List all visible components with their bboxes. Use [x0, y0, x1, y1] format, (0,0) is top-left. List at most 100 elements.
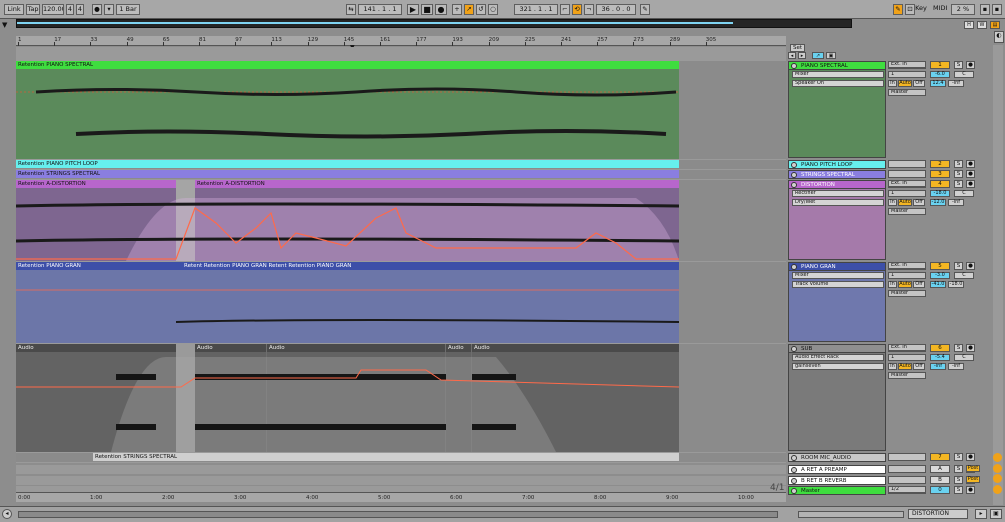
device-chooser[interactable]: Mixer	[792, 71, 884, 78]
metronome-icon[interactable]: ●	[92, 4, 102, 15]
post-button[interactable]: Post	[966, 476, 980, 483]
empty-lane-area[interactable]	[679, 61, 786, 159]
solo-button[interactable]: S	[954, 61, 963, 69]
track-activator-icon[interactable]	[791, 162, 797, 168]
io-io2[interactable]: 1	[888, 71, 926, 78]
solo-button[interactable]: S	[954, 476, 963, 484]
solo-button[interactable]: S	[954, 170, 963, 178]
detail-view-icon[interactable]: ▣	[990, 509, 1002, 519]
track-header-piano-pitch-loop[interactable]: PIANO PITCH LOOP	[788, 160, 886, 169]
track-lane-return-b[interactable]	[16, 476, 786, 485]
monitor-off-button[interactable]: Off	[913, 199, 925, 206]
overview-collapse-icon[interactable]: ▼	[2, 21, 12, 29]
track-header-piano-gran[interactable]: PIANO GRAN	[788, 262, 886, 271]
set-button[interactable]: Set	[790, 44, 806, 52]
device-chooser[interactable]: Rectifier	[792, 190, 884, 197]
arm-icon[interactable]: ●	[966, 180, 975, 188]
track-header-room-mic-audio[interactable]: ROOM MIC_AUDIO	[788, 453, 886, 462]
track-lane-return-a[interactable]	[16, 465, 786, 474]
parameter-chooser[interactable]: Speaker On	[792, 80, 884, 87]
arrangement-position[interactable]: 141 . 1 . 1	[358, 4, 402, 15]
show-hide-mixer-icon[interactable]: ▤	[990, 21, 1000, 29]
track-number-button[interactable]: 3	[930, 170, 950, 178]
io-io2[interactable]: 1	[888, 354, 926, 361]
monitor-auto-button[interactable]: Auto	[898, 80, 912, 87]
io-io2[interactable]: 1	[888, 272, 926, 279]
track-number-button[interactable]: 0	[930, 486, 950, 494]
io-io1[interactable]: Ext. In	[888, 344, 926, 351]
track-lane-distortion[interactable]: Retention A-DISTORTION Retention A-DISTO…	[16, 180, 786, 261]
track-activator-icon[interactable]	[791, 467, 797, 473]
clip-piano-gran[interactable]: Retention PIANO GRAN Retent Retention PI…	[16, 262, 679, 343]
punch-in-icon[interactable]: ⌐	[560, 4, 570, 15]
record-icon[interactable]: ●	[435, 4, 447, 15]
parameter-chooser[interactable]: Dry/Wet	[792, 199, 884, 206]
solo-fwd-icon[interactable]: ▸	[798, 52, 806, 59]
device-chooser[interactable]: Audio Effect Rack	[792, 354, 884, 361]
device-chooser[interactable]: Mixer	[792, 272, 884, 279]
track-lane-sub[interactable]: Audio Audio Audio Audio Audio	[16, 344, 786, 452]
monitor-auto-button[interactable]: Auto	[898, 199, 912, 206]
return-a-orange-icon[interactable]	[993, 453, 1002, 462]
track-lane-piano-spectral[interactable]: Retention PIANO SPECTRAL	[16, 61, 786, 159]
pan-field[interactable]: C	[954, 354, 974, 361]
send-b-field[interactable]: -inf	[948, 199, 964, 206]
solo-button[interactable]: S	[954, 465, 963, 473]
loop-length-field[interactable]: 36 . 0 . 0	[596, 4, 636, 15]
monitor-off-button[interactable]: Off	[913, 80, 925, 87]
track-activator-icon[interactable]	[791, 63, 797, 69]
volume-field[interactable]: -6.0	[930, 71, 950, 78]
quantize-menu[interactable]: 1 Bar	[116, 4, 140, 15]
horizontal-scrollbar[interactable]	[18, 511, 778, 518]
track-number-button[interactable]: 4	[930, 180, 950, 188]
empty-lane-area[interactable]	[679, 262, 786, 343]
track-activator-icon[interactable]	[791, 478, 797, 484]
time-signature-numerator[interactable]: 4	[66, 4, 74, 15]
pan-field[interactable]: C	[954, 71, 974, 78]
tap-button[interactable]: Tap	[26, 4, 40, 15]
clip-strings-bottom[interactable]: Retention STRINGS SPECTRAL	[93, 453, 679, 461]
arm-icon[interactable]: ●	[966, 170, 975, 178]
key-map-label[interactable]: Key	[914, 4, 928, 15]
selected-device-label[interactable]: DISTORTION	[908, 509, 968, 519]
info-view-icon[interactable]: ◂	[2, 509, 12, 519]
track-lane-room-mic[interactable]: Retention STRINGS SPECTRAL	[16, 453, 786, 462]
arm-icon[interactable]: ●	[966, 61, 975, 69]
track-lane-piano-pitch-loop[interactable]: Retention PIANO PITCH LOOP	[16, 160, 786, 169]
link-button[interactable]: Link	[4, 4, 24, 15]
punch-out-icon[interactable]: ¬	[584, 4, 594, 15]
monitor-in-button[interactable]: In	[888, 199, 897, 206]
io-io3[interactable]: Master	[888, 208, 926, 215]
track-activator-icon[interactable]	[791, 182, 797, 188]
monitor-in-button[interactable]: In	[888, 363, 897, 370]
post-button[interactable]: Post	[966, 465, 980, 472]
monitor-off-button[interactable]: Off	[913, 281, 925, 288]
solo-button[interactable]: S	[954, 160, 963, 168]
io-io3[interactable]: Master	[888, 89, 926, 96]
track-header-piano-spectral[interactable]: PIANO SPECTRAL	[788, 61, 886, 70]
send-a-field[interactable]: -inf	[930, 363, 946, 370]
loop-start-field[interactable]: 321 . 1 . 1	[514, 4, 558, 15]
send-a-field[interactable]: -12.0	[930, 199, 946, 206]
track-number-button[interactable]: B	[930, 476, 950, 484]
clip-strings-spectral[interactable]: Retention STRINGS SPECTRAL	[16, 170, 679, 178]
pencil-icon[interactable]: ✎	[893, 4, 903, 15]
track-header-master[interactable]: Master	[788, 486, 886, 495]
io-io1[interactable]: Ext. In	[888, 262, 926, 269]
track-header-distortion[interactable]: DISTORTION	[788, 180, 886, 189]
master-orange-icon[interactable]	[993, 474, 1002, 483]
track-lane-strings-spectral[interactable]: Retention STRINGS SPECTRAL	[16, 170, 786, 179]
volume-field[interactable]: -18.0	[930, 190, 950, 197]
time-ruler[interactable]: 0:00 1:00 2:00 3:00 4:00 5:00 6:00 7:00 8:00 9:00…	[16, 492, 786, 502]
draw-mode-icon[interactable]: ✎	[640, 4, 650, 15]
io-io1[interactable]: Ext. In	[888, 61, 926, 68]
pan-field[interactable]: C	[954, 272, 974, 279]
arm-icon[interactable]: ●	[966, 453, 975, 461]
send-b-field[interactable]: -inf	[948, 363, 964, 370]
re-enable-automation-icon[interactable]: ↺	[476, 4, 486, 15]
empty-lane-area[interactable]	[679, 180, 786, 261]
lock-icon[interactable]: ▣	[826, 52, 836, 59]
send-a-field[interactable]: -41.0	[930, 281, 946, 288]
track-activator-icon[interactable]	[791, 264, 797, 270]
tempo-field[interactable]: 120.00	[42, 4, 64, 15]
